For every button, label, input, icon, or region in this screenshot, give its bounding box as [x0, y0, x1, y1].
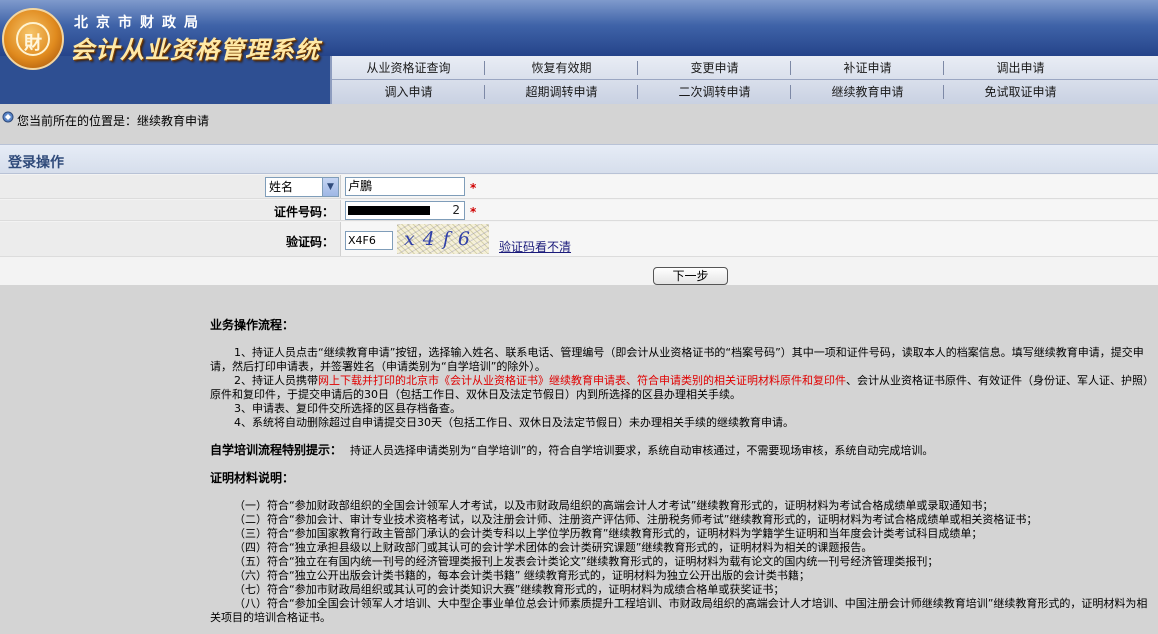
nav-exam-exempt[interactable]: 免试取证申请	[944, 80, 1097, 104]
redaction-mask	[348, 206, 430, 215]
id-visible-digit: 2	[452, 203, 460, 217]
captcha-refresh-link[interactable]: 验证码看不清	[499, 238, 571, 255]
materials-heading: 证明材料说明：	[210, 471, 295, 485]
nav-row-1: 从业资格证查询 恢复有效期 变更申请 补证申请 调出申请	[332, 56, 1158, 80]
header: 財 北京市财政局 会计从业资格管理系统 从业资格证查询 恢复有效期 变更申请 补…	[0, 0, 1158, 104]
nav-transfer-out[interactable]: 调出申请	[944, 56, 1097, 80]
process-step-4: 4、系统将自动删除超过自申请提交日30天（包括工作日、双休日及法定节假日）未办理…	[234, 416, 794, 429]
process-step-1: 1、持证人员点击“继续教育申请”按钮，选择输入姓名、联系电话、管理编号（即会计从…	[210, 346, 1144, 373]
material-item: （八）符合“参加全国会计领军人才培训、大中型企事业单位总会计师素质提升工程培训、…	[210, 597, 1148, 624]
id-number-input[interactable]: 2	[345, 201, 465, 220]
material-item: （四）符合“独立承担县级以上财政部门或其认可的会计学术团体的会计类研究课题”继续…	[234, 541, 873, 554]
material-item: （二）符合“参加会计、审计专业技术资格考试，以及注册会计师、注册资产评估师、注册…	[234, 513, 1038, 526]
nav-overdue-transfer[interactable]: 超期调转申请	[485, 80, 638, 104]
captcha-image[interactable]: x4f6	[397, 224, 489, 254]
process-step-2: 2、持证人员携带网上下载并打印的北京市《会计从业资格证书》继续教育申请表、符合申…	[210, 374, 1154, 402]
nav-continuing-education[interactable]: 继续教育申请	[791, 80, 944, 104]
id-label-cell: 证件号码：	[0, 200, 341, 220]
self-study-note: 自学培训流程特别提示： 持证人员选择申请类别为“自学培训”的，符合自学培训要求，系…	[210, 443, 1154, 458]
lookup-type-select[interactable]: 姓名 ▼	[265, 177, 339, 197]
next-step-button[interactable]: 下一步	[653, 267, 728, 285]
name-row: 姓名 ▼ 卢鵬 *	[0, 175, 1158, 199]
lookup-type-value: 姓名	[269, 180, 294, 194]
material-item: （一）符合“参加财政部组织的全国会计领军人才考试，以及市财政局组织的高端会计人才…	[234, 499, 994, 512]
nav-change-application[interactable]: 变更申请	[638, 56, 791, 80]
step-2-highlight: 网上下载并打印的北京市《会计从业资格证书》继续教育申请表、符合申请类别的相关证明…	[318, 374, 846, 387]
self-study-text: 持证人员选择申请类别为“自学培训”的，符合自学培训要求，系统自动审核通过，不需要…	[350, 444, 934, 457]
nav-transfer-in[interactable]: 调入申请	[332, 80, 485, 104]
material-item: （七）符合“参加市财政局组织或其认可的会计类知识大赛”继续教育形式的，证明材料为…	[234, 583, 785, 596]
location-icon	[2, 111, 14, 123]
process-step-3: 3、申请表、复印件交所选择的区县存档备查。	[234, 402, 461, 415]
self-study-heading: 自学培训流程特别提示：	[210, 443, 343, 457]
captcha-row: 验证码： X4F6 x4f6 验证码看不清	[0, 222, 1158, 257]
required-mark: *	[470, 181, 477, 195]
process-heading: 业务操作流程：	[210, 318, 295, 332]
login-panel: 登录操作 姓名 ▼ 卢鵬 * 证件号码： 2 * 验证码： X4F6 x4f6 …	[0, 144, 1158, 285]
nav-cert-query[interactable]: 从业资格证查询	[332, 56, 485, 80]
step-2-prefix: 2、持证人员携带	[234, 374, 318, 387]
system-name: 会计从业资格管理系统	[70, 36, 320, 64]
chevron-down-icon[interactable]: ▼	[322, 178, 338, 196]
captcha-label-cell: 验证码：	[0, 222, 341, 256]
panel-title: 登录操作	[8, 155, 64, 171]
material-item: （五）符合“独立在有国内统一刊号的经济管理类报刊上发表会计类论文”继续教育形式的…	[234, 555, 939, 568]
id-label: 证件号码：	[273, 205, 334, 219]
name-input[interactable]: 卢鵬	[345, 177, 465, 196]
material-item: （三）符合“参加国家教育行政主管部门承认的会计类专科以上学位学历教育”继续教育形…	[234, 527, 983, 540]
logo: 財	[2, 8, 64, 70]
materials-list: （一）符合“参加财政部组织的全国会计领军人才考试，以及市财政局组织的高端会计人才…	[210, 499, 1154, 625]
breadcrumb-text: 您当前所在的位置是：继续教育申请	[17, 114, 210, 128]
panel-title-bar: 登录操作	[0, 145, 1158, 174]
nav-reissue-application[interactable]: 补证申请	[791, 56, 944, 80]
id-row: 证件号码： 2 *	[0, 200, 1158, 221]
main-nav: 从业资格证查询 恢复有效期 变更申请 补证申请 调出申请 调入申请 超期调转申请…	[330, 56, 1158, 104]
captcha-label: 验证码：	[285, 235, 334, 249]
captcha-input[interactable]: X4F6	[345, 231, 393, 250]
nav-restore-validity[interactable]: 恢复有效期	[485, 56, 638, 80]
breadcrumb: 您当前所在的位置是：继续教育申请	[0, 104, 1158, 144]
nav-row-2: 调入申请 超期调转申请 二次调转申请 继续教育申请 免试取证申请	[332, 80, 1158, 104]
org-name: 北京市财政局	[74, 15, 206, 31]
logo-glyph: 財	[24, 33, 42, 54]
required-mark: *	[470, 205, 477, 219]
nav-second-transfer[interactable]: 二次调转申请	[638, 80, 791, 104]
logo-ring: 財	[16, 22, 50, 56]
material-item: （六）符合“独立公开出版会计类书籍的，每本会计类书籍” 继续教育形式的，证明材料…	[234, 569, 810, 582]
